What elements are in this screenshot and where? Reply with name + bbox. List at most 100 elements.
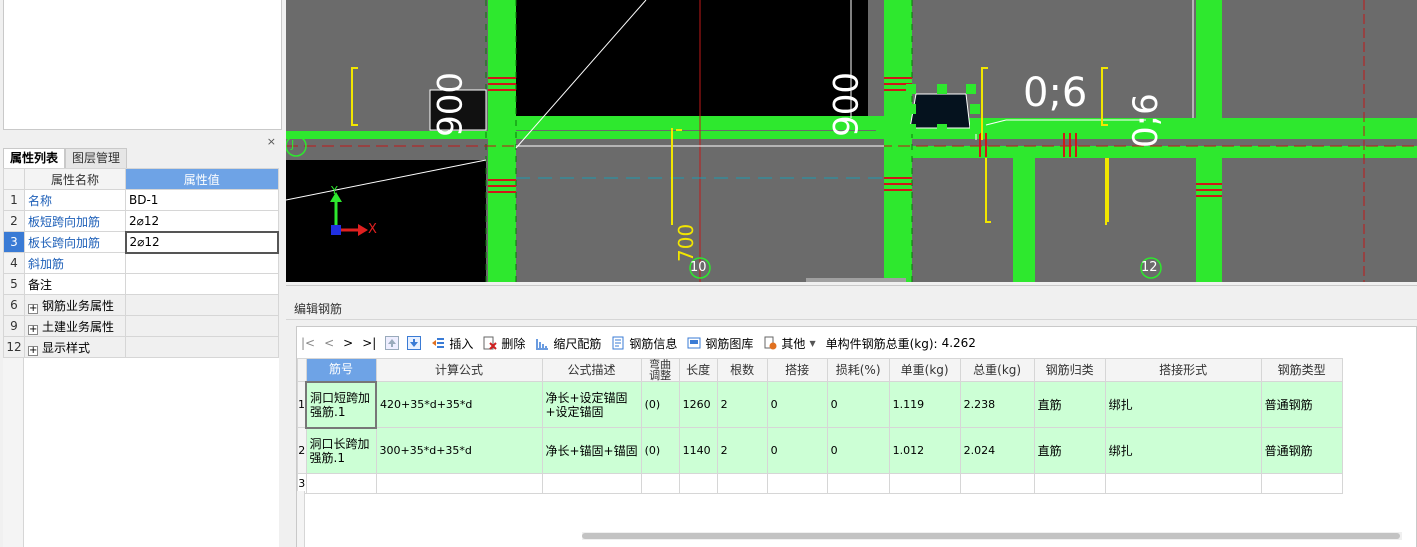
column-header[interactable]: 搭接 <box>766 358 828 382</box>
lap-type-cell[interactable]: 绑扎 <box>1104 381 1262 428</box>
category-cell[interactable]: 直筋 <box>1033 427 1106 474</box>
length-cell[interactable]: 1140 <box>678 427 718 474</box>
rebar-name-cell[interactable]: 洞口长跨加强筋.1 <box>305 427 377 474</box>
total-weight-cell[interactable]: 2.238 <box>959 381 1035 428</box>
column-header[interactable]: 搭接形式 <box>1104 358 1262 382</box>
bend-cell[interactable]: (0) <box>640 427 680 474</box>
row-index: 9 <box>3 315 25 337</box>
property-group-civil[interactable]: 9 + 土建业务属性 <box>3 315 279 337</box>
column-header[interactable]: 钢筋类型 <box>1260 358 1343 382</box>
expand-icon[interactable]: + <box>28 324 38 335</box>
property-group-label[interactable]: + 土建业务属性 <box>24 315 126 337</box>
prev-record-button[interactable]: < <box>324 336 334 350</box>
column-header[interactable]: 弯曲调整 <box>640 358 680 382</box>
column-header[interactable]: 公式描述 <box>541 358 642 382</box>
horizontal-scrollbar[interactable] <box>582 532 1402 540</box>
property-row-long-span[interactable]: 3 板长跨向加筋 2⌀12 <box>3 230 279 254</box>
unit-weight-cell[interactable]: 1.119 <box>888 381 961 428</box>
length-cell[interactable]: 1260 <box>678 381 718 428</box>
column-header[interactable]: 长度 <box>678 358 718 382</box>
column-header[interactable]: 钢筋归类 <box>1033 358 1106 382</box>
formula-desc-cell[interactable]: 净长+锚固+锚固 <box>541 427 642 474</box>
rebar-library-icon <box>687 336 701 350</box>
next-record-button[interactable]: > <box>343 336 353 350</box>
lap-cell[interactable] <box>766 473 828 494</box>
rebar-type-cell[interactable] <box>1260 473 1343 494</box>
property-row-remark[interactable]: 5 备注 <box>3 273 279 295</box>
close-icon[interactable]: × <box>267 135 276 148</box>
column-header[interactable]: 计算公式 <box>375 358 543 382</box>
total-weight-cell[interactable] <box>959 473 1035 494</box>
property-row-diagonal[interactable]: 4 斜加筋 <box>3 252 279 274</box>
column-header[interactable]: 根数 <box>716 358 768 382</box>
row-number: 1 <box>297 381 307 428</box>
rebar-type-cell[interactable]: 普通钢筋 <box>1260 381 1343 428</box>
total-weight-cell[interactable]: 2.024 <box>959 427 1035 474</box>
column-header[interactable]: 总重(kg) <box>959 358 1035 382</box>
lap-cell[interactable]: 0 <box>766 427 828 474</box>
column-header[interactable]: 筋号 <box>305 358 377 382</box>
insert-button[interactable]: 插入 <box>431 335 473 352</box>
lap-type-cell[interactable]: 绑扎 <box>1104 427 1262 474</box>
cad-drawing-canvas[interactable]: J 10 12 Y X 0;6 0;6 006 006 700 <box>286 0 1417 282</box>
delete-button[interactable]: 删除 <box>483 335 525 352</box>
property-value[interactable] <box>125 273 279 295</box>
expand-icon[interactable]: + <box>28 345 38 356</box>
navigation-view[interactable] <box>3 0 282 130</box>
rebar-library-button[interactable]: 钢筋图库 <box>687 335 753 352</box>
property-row-name[interactable]: 1 名称 BD-1 <box>3 189 279 211</box>
rebar-type-cell[interactable]: 普通钢筋 <box>1260 427 1343 474</box>
category-cell[interactable]: 直筋 <box>1033 381 1106 428</box>
rebar-info-button[interactable]: 钢筋信息 <box>611 335 677 352</box>
tab-layer-management[interactable]: 图层管理 <box>65 148 128 168</box>
property-value[interactable] <box>125 252 279 274</box>
divider <box>286 319 1417 320</box>
length-cell[interactable] <box>678 473 718 494</box>
property-row-short-span[interactable]: 2 板短跨向加筋 2⌀12 <box>3 210 279 232</box>
table-row[interactable]: 1 洞口短跨加强筋.1 420+35*d+35*d 净长+设定锚固+设定锚固 (… <box>297 380 1343 429</box>
category-cell[interactable] <box>1033 473 1106 494</box>
property-value[interactable]: 2⌀12 <box>125 210 279 232</box>
last-record-button[interactable]: >| <box>362 336 376 350</box>
property-group-label[interactable]: + 显示样式 <box>24 336 126 358</box>
loss-cell[interactable]: 0 <box>826 427 890 474</box>
first-record-button[interactable]: |< <box>301 336 315 350</box>
loss-cell[interactable]: 0 <box>826 381 890 428</box>
table-row[interactable]: 2 洞口长跨加强筋.1 300+35*d+35*d 净长+锚固+锚固 (0) 1… <box>297 427 1343 474</box>
lap-cell[interactable]: 0 <box>766 381 828 428</box>
count-cell[interactable]: 2 <box>716 381 768 428</box>
group-name: 土建业务属性 <box>42 319 115 334</box>
move-down-icon[interactable] <box>407 336 422 350</box>
tab-property-list[interactable]: 属性列表 <box>3 148 66 168</box>
formula-desc-cell[interactable]: 净长+设定锚固+设定锚固 <box>541 381 642 428</box>
formula-cell[interactable] <box>375 473 543 494</box>
column-header[interactable]: 单重(kg) <box>888 358 961 382</box>
formula-desc-cell[interactable] <box>541 473 642 494</box>
other-button[interactable]: 其他 ▼ <box>763 335 816 352</box>
property-group-label[interactable]: + 钢筋业务属性 <box>24 294 126 316</box>
lap-type-cell[interactable] <box>1104 473 1262 494</box>
property-group-display[interactable]: 12 + 显示样式 <box>3 336 279 358</box>
splitter-handle[interactable] <box>806 278 906 282</box>
scrollbar-thumb[interactable] <box>582 533 1400 539</box>
table-row[interactable]: 3 <box>297 473 1343 494</box>
formula-cell[interactable]: 420+35*d+35*d <box>375 381 543 428</box>
expand-icon[interactable]: + <box>28 303 38 314</box>
unit-weight-cell[interactable] <box>888 473 961 494</box>
bend-cell[interactable] <box>640 473 680 494</box>
scale-rebar-button[interactable]: 缩尺配筋 <box>535 335 601 352</box>
count-cell[interactable] <box>716 473 768 494</box>
rebar-name-cell[interactable] <box>305 473 377 494</box>
rebar-name-cell[interactable]: 洞口短跨加强筋.1 <box>305 380 377 429</box>
column-header[interactable]: 损耗(%) <box>826 358 890 382</box>
unit-weight-cell[interactable]: 1.012 <box>888 427 961 474</box>
loss-cell[interactable] <box>826 473 890 494</box>
row-index-gutter <box>3 358 24 547</box>
property-group-rebar[interactable]: 6 + 钢筋业务属性 <box>3 294 279 316</box>
property-value-editor[interactable]: 2⌀12 <box>124 230 279 254</box>
property-value[interactable]: BD-1 <box>125 189 279 211</box>
move-up-icon[interactable] <box>385 336 400 350</box>
count-cell[interactable]: 2 <box>716 427 768 474</box>
bend-cell[interactable]: (0) <box>640 381 680 428</box>
formula-cell[interactable]: 300+35*d+35*d <box>375 427 543 474</box>
